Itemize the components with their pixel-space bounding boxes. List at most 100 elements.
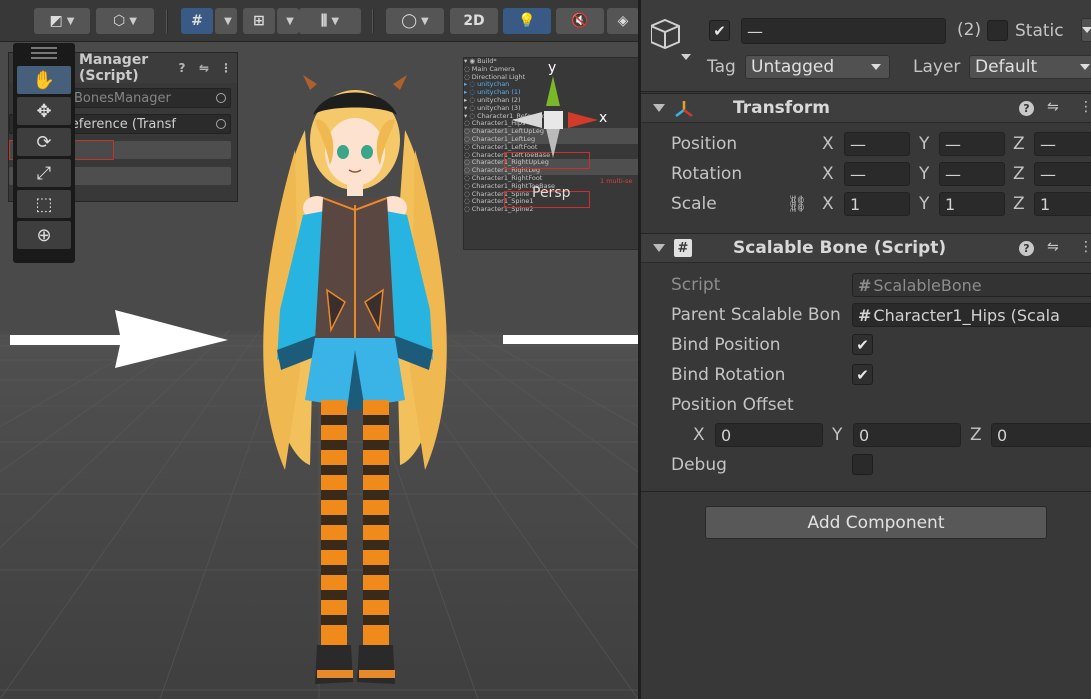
projection-label[interactable]: Persp: [532, 185, 571, 201]
layer-dropdown[interactable]: Default: [969, 55, 1091, 79]
offset-x-value: 0: [721, 425, 732, 445]
presets-icon[interactable]: ⇋: [1047, 99, 1059, 115]
constrain-proportions-icon[interactable]: ⛓: [787, 194, 807, 213]
rotation-label: Rotation: [671, 164, 743, 184]
script-hash-icon: #: [858, 275, 872, 295]
rotation-x-field[interactable]: —: [844, 162, 910, 186]
rotation-y-label: Y: [919, 164, 930, 184]
offset-y-field[interactable]: 0: [853, 423, 961, 447]
scale-x-field[interactable]: 1: [844, 192, 910, 216]
bind-position-label: Bind Position: [671, 335, 781, 355]
parent-scalable-bone-label: Parent Scalable Bon: [671, 305, 841, 325]
scene-gizmo[interactable]: y x Persp: [508, 60, 618, 201]
object-picker-icon[interactable]: [216, 119, 226, 129]
position-x-label: X: [822, 134, 834, 154]
increment-snap-toggle[interactable]: ⊞: [243, 8, 275, 34]
gameobject-name-field[interactable]: —: [741, 18, 946, 44]
offset-z-label: Z: [970, 425, 982, 445]
foldout-arrow-icon[interactable]: [653, 244, 665, 252]
help-icon[interactable]: ?: [1019, 241, 1034, 256]
scale-z-value: 1: [1040, 194, 1051, 214]
rotation-y-value: —: [945, 164, 961, 184]
transform-header[interactable]: Transform ? ⇋ ⋮: [641, 93, 1091, 123]
offset-y-label: Y: [832, 425, 843, 445]
gameobject-header: ✔ — (2) Static Tag Untagged Layer Defaul…: [641, 0, 1091, 92]
bind-rotation-label: Bind Rotation: [671, 365, 786, 385]
transform-icon: ⊕: [36, 224, 52, 246]
position-x-value: —: [850, 134, 866, 154]
rotation-y-field[interactable]: —: [939, 162, 1005, 186]
grid-snap-toggle[interactable]: #: [181, 8, 213, 34]
rotate-tool[interactable]: ⟳: [17, 128, 71, 156]
help-icon[interactable]: ?: [171, 61, 193, 75]
tag-label: Tag: [707, 57, 736, 77]
more-icon[interactable]: ⋮: [215, 61, 237, 75]
axis-gizmo-icon: [512, 76, 598, 158]
offset-x-label: X: [693, 425, 705, 445]
static-dropdown[interactable]: [1081, 18, 1091, 42]
scale-z-field[interactable]: 1: [1034, 192, 1091, 216]
hand-tool[interactable]: ✋: [17, 66, 71, 94]
grid-snap-dropdown[interactable]: ▼: [215, 8, 237, 34]
mute-icon: 🔇: [571, 13, 589, 29]
lighting-toggle[interactable]: 💡: [503, 8, 551, 34]
parent-scalable-bone-field[interactable]: # Character1_Hips (Scala: [852, 303, 1091, 327]
offset-x-field[interactable]: 0: [715, 423, 823, 447]
gizmo-y-label: y: [548, 60, 557, 76]
position-offset-label: Position Offset: [671, 395, 794, 415]
scale-icon: ⤢: [36, 162, 52, 184]
static-checkbox[interactable]: [987, 20, 1008, 41]
object-picker-icon[interactable]: [216, 93, 226, 103]
bind-rotation-checkbox[interactable]: ✔: [852, 364, 873, 385]
position-z-field[interactable]: —: [1034, 132, 1091, 156]
2d-mode-toggle[interactable]: 2D: [450, 8, 498, 34]
scale-x-label: X: [822, 194, 834, 214]
parent-scalable-bone-value: Character1_Hips (Scala: [873, 305, 1060, 325]
increment-snap-dropdown[interactable]: ▼: [277, 8, 299, 34]
effects-toggle[interactable]: ◈: [607, 8, 638, 34]
shading-icon: ◩: [49, 13, 63, 29]
position-y-field[interactable]: —: [939, 132, 1005, 156]
tag-dropdown[interactable]: Untagged: [745, 55, 890, 79]
overlay-script-field[interactable]: BonesManager: [69, 88, 231, 108]
more-icon[interactable]: ⋮: [1079, 99, 1091, 115]
bind-position-checkbox[interactable]: ✔: [852, 334, 873, 355]
scalable-bone-header[interactable]: # Scalable Bone (Script) ? ⇋ ⋮: [641, 233, 1091, 263]
ruler-icon: ⫼: [320, 13, 328, 29]
character-model[interactable]: [255, 70, 455, 695]
presets-icon[interactable]: ⇋: [193, 61, 215, 75]
layer-value: Default: [975, 57, 1038, 77]
offset-z-field[interactable]: 0: [991, 423, 1091, 447]
rect-icon: ⬚: [35, 193, 53, 215]
draw-mode-dropdown[interactable]: ◩ ▼: [34, 8, 90, 34]
scale-label: Scale: [671, 194, 717, 214]
gizmo-dropdown[interactable]: ◯ ▼: [386, 8, 444, 34]
presets-icon[interactable]: ⇋: [1047, 239, 1059, 255]
script-value: ScalableBone: [873, 275, 982, 295]
snap-icon: ⊞: [253, 13, 265, 29]
scene-view[interactable]: ◩ ▼ ⬡ ▼ # ▼ ⊞ ▼ ⫼ ▼ ◯ ▼ 2D 💡 🔇 ◈ Manager…: [0, 0, 638, 699]
audio-toggle[interactable]: 🔇: [556, 8, 604, 34]
tools-palette: ✋ ✥ ⟳ ⤢ ⬚ ⊕: [13, 43, 75, 263]
rotation-z-field[interactable]: —: [1034, 162, 1091, 186]
cube-icon: ⬡: [113, 13, 126, 29]
gameobject-name-value: —: [747, 21, 763, 41]
render-mode-dropdown[interactable]: ⬡ ▼: [96, 8, 154, 34]
more-icon[interactable]: ⋮: [1079, 239, 1091, 255]
ruler-dropdown[interactable]: ⫼ ▼: [299, 8, 361, 34]
foldout-arrow-icon[interactable]: [653, 104, 665, 112]
scale-tool[interactable]: ⤢: [17, 159, 71, 187]
right-arrow-annotation-icon: [10, 310, 228, 368]
transform-tool[interactable]: ⊕: [17, 221, 71, 249]
active-checkbox[interactable]: ✔: [709, 20, 730, 41]
static-label: Static: [1015, 21, 1064, 41]
help-icon[interactable]: ?: [1019, 101, 1034, 116]
position-x-field[interactable]: —: [844, 132, 910, 156]
rect-tool[interactable]: ⬚: [17, 190, 71, 218]
add-component-button[interactable]: Add Component: [705, 506, 1047, 539]
drag-handle[interactable]: [13, 43, 75, 63]
debug-checkbox[interactable]: [852, 454, 873, 475]
move-tool[interactable]: ✥: [17, 97, 71, 125]
position-z-value: —: [1040, 134, 1056, 154]
scale-y-field[interactable]: 1: [939, 192, 1005, 216]
